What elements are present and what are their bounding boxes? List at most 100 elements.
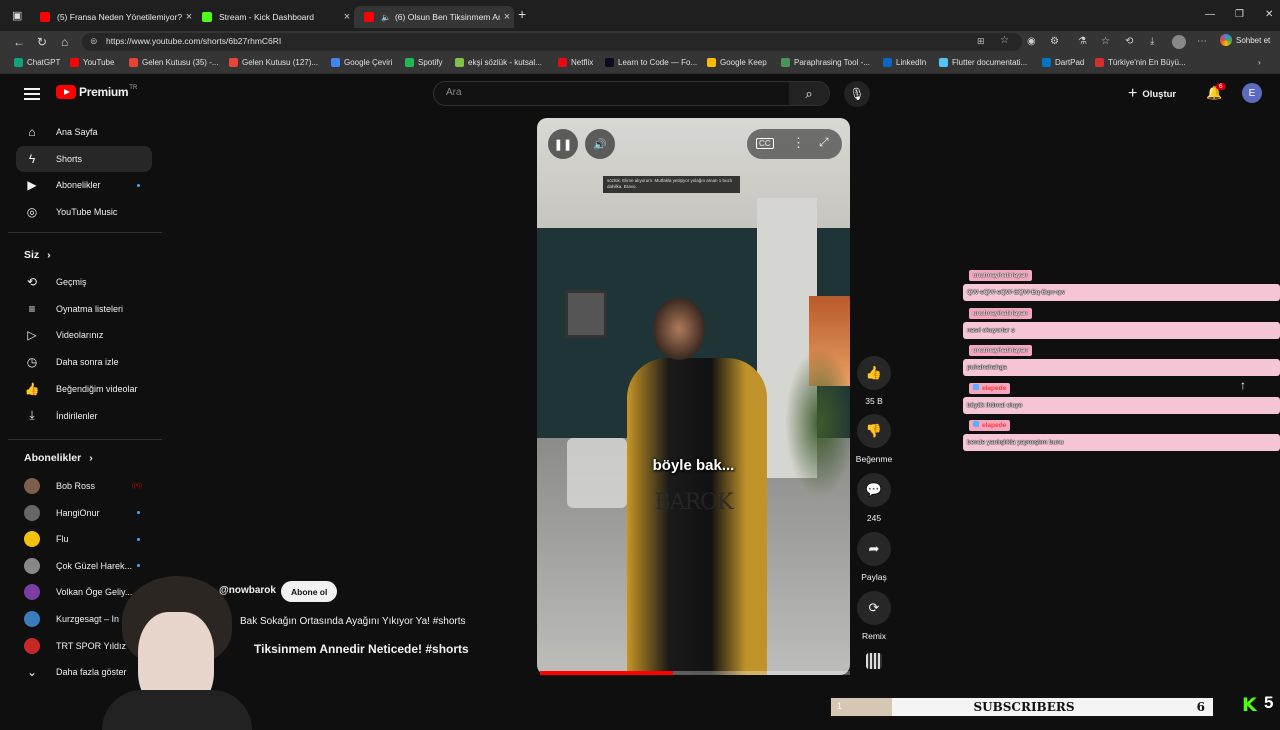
chat-message: puhahahahga bbox=[963, 359, 1280, 376]
minimize-icon[interactable]: — bbox=[1205, 9, 1215, 20]
remix-label: Remix bbox=[861, 631, 887, 641]
bookmark-item[interactable]: YouTube bbox=[70, 58, 114, 67]
favorite-star-icon[interactable]: ☆ bbox=[1000, 35, 1009, 46]
menu-icon[interactable] bbox=[24, 85, 40, 103]
history-icon[interactable]: ⟲ bbox=[1125, 36, 1133, 47]
sidebar-item[interactable]: ≡ Oynatma listeleri bbox=[16, 296, 152, 322]
bookmark-item[interactable]: Google Çeviri bbox=[331, 58, 392, 67]
chat-username-text: unutmayihatirlayan bbox=[973, 309, 1028, 317]
maximize-icon[interactable]: ❐ bbox=[1235, 9, 1244, 20]
chat-username: unutmayihatirlayan bbox=[969, 270, 1032, 281]
browser-tab[interactable]: Stream - Kick Dashboard × bbox=[192, 6, 354, 28]
bookmark-item[interactable]: Gelen Kutusu (127)... bbox=[229, 58, 318, 67]
app-available-icon[interactable]: ⊞ bbox=[977, 36, 985, 47]
pause-icon: ❚❚ bbox=[553, 138, 573, 151]
bookmark-item[interactable]: ChatGPT bbox=[14, 58, 60, 67]
captions-icon[interactable]: CC bbox=[756, 138, 774, 149]
url-field[interactable]: ⊜ https://www.youtube.com/shorts/6b27rhm… bbox=[82, 33, 1022, 51]
subscription-item[interactable]: HangiOnur bbox=[16, 500, 152, 526]
comments-button[interactable]: 💬 245 bbox=[852, 473, 896, 523]
more-bookmarks-icon[interactable]: › bbox=[1258, 58, 1261, 67]
new-content-dot bbox=[137, 511, 140, 515]
fullscreen-icon[interactable]: ⤢ bbox=[819, 135, 829, 150]
home-icon[interactable]: ⌂ bbox=[61, 35, 68, 49]
site-info-icon[interactable]: ⊜ bbox=[90, 36, 98, 47]
sidebar-item[interactable]: ▷ Videolarınız bbox=[16, 322, 152, 348]
browser-tab[interactable]: (5) Fransa Neden Yönetilemiyor? × bbox=[30, 6, 196, 28]
video-progress-bar[interactable] bbox=[540, 671, 850, 675]
subscribe-button[interactable]: Abone ol bbox=[281, 581, 338, 602]
bookmark-item[interactable]: Netflix bbox=[558, 58, 593, 67]
bookmark-item[interactable]: LinkedIn bbox=[883, 58, 926, 67]
tab-close-icon[interactable]: × bbox=[500, 11, 514, 23]
bookmark-item[interactable]: Google Keep bbox=[707, 58, 767, 67]
sidebar-item[interactable]: ◎ YouTube Music bbox=[16, 199, 152, 225]
subscription-label: Çok Güzel Harek... bbox=[56, 560, 133, 571]
sidebar-item[interactable]: ◷ Daha sonra izle bbox=[16, 349, 152, 375]
search-button[interactable]: ⌕ bbox=[789, 82, 829, 105]
favorites-icon[interactable]: ☆ bbox=[1101, 36, 1110, 47]
sidebar-item[interactable]: ▶ Abonelikler bbox=[16, 172, 152, 198]
short-title[interactable]: Tiksinmem Annedir Neticede! #shorts bbox=[254, 642, 469, 656]
share-icon: ➦ bbox=[857, 532, 891, 566]
extension-icon[interactable]: ⚗ bbox=[1078, 36, 1087, 47]
channel-avatar bbox=[24, 584, 40, 601]
logo-text: Premium bbox=[79, 85, 129, 99]
like-button[interactable]: 👍 35 B bbox=[852, 356, 896, 406]
comment-count: 245 bbox=[866, 513, 882, 523]
youtube-premium-logo[interactable]: Premium TR bbox=[56, 85, 137, 99]
profile-avatar[interactable] bbox=[1172, 35, 1186, 49]
bookmarks-bar: ChatGPT YouTube Gelen Kutusu (35) -... Gele… bbox=[0, 53, 1280, 74]
subscription-item[interactable]: Flu bbox=[16, 526, 152, 552]
back-icon[interactable]: ← bbox=[13, 35, 25, 49]
bookmark-item[interactable]: Türkiye'nin En Büyü... bbox=[1095, 58, 1186, 67]
shorts-video-player[interactable]: sözlük. Elime alıyorum. Mutfakla yetişiy… bbox=[537, 118, 850, 675]
account-avatar[interactable]: E bbox=[1242, 83, 1262, 103]
subscribers-label: SUBSCRIBERS bbox=[973, 700, 1075, 714]
speaker-icon[interactable]: 🔈 bbox=[381, 13, 391, 22]
volume-button[interactable]: 🔊 bbox=[585, 129, 615, 159]
pause-button[interactable]: ❚❚ bbox=[548, 129, 578, 159]
create-button[interactable]: + Oluştur bbox=[1128, 83, 1176, 105]
more-menu-icon[interactable]: ⋯ bbox=[1197, 36, 1207, 47]
tab-close-icon[interactable]: × bbox=[340, 11, 354, 23]
bookmark-item[interactable]: Learn to Code — Fo... bbox=[605, 58, 697, 67]
sidebar-item[interactable]: 👍 Beğendiğim videolar bbox=[16, 376, 152, 402]
tab-actions-icon[interactable]: ▣ bbox=[12, 9, 22, 22]
scroll-up-arrow-icon[interactable]: ↑ bbox=[1240, 378, 1246, 392]
search-box[interactable]: ⌕ bbox=[433, 81, 830, 106]
new-tab-icon[interactable]: + bbox=[518, 6, 526, 22]
more-options-icon[interactable]: ⋮ bbox=[792, 135, 805, 151]
search-input[interactable] bbox=[446, 87, 786, 98]
bookmark-item[interactable]: Flutter documentati... bbox=[939, 58, 1027, 67]
bookmark-label: Learn to Code — Fo... bbox=[618, 58, 698, 67]
downloads-icon[interactable]: ⤓ bbox=[1150, 36, 1154, 47]
share-button[interactable]: ➦ Paylaş bbox=[852, 532, 896, 582]
bookmark-item[interactable]: ekşi sözlük - kutsal... bbox=[455, 58, 542, 67]
url-text[interactable]: https://www.youtube.com/shorts/6b27rhmC6… bbox=[106, 36, 281, 46]
bookmark-item[interactable]: Gelen Kutusu (35) -... bbox=[129, 58, 218, 67]
sidebar-item[interactable]: ⟲ Geçmiş bbox=[16, 269, 152, 295]
copilot-icon bbox=[1220, 34, 1232, 46]
bookmark-item[interactable]: Spotify bbox=[405, 58, 442, 67]
sound-thumbnail-icon[interactable] bbox=[866, 653, 882, 669]
extension-icon[interactable]: ⚙ bbox=[1050, 36, 1059, 47]
copilot-chat-button[interactable]: Sohbet et bbox=[1220, 34, 1270, 46]
remix-button[interactable]: ⟳ Remix bbox=[852, 591, 896, 641]
sidebar-item-label: Videolarınız bbox=[56, 330, 104, 341]
bookmark-item[interactable]: Paraphrasing Tool -... bbox=[781, 58, 870, 67]
reload-icon[interactable]: ↻ bbox=[37, 35, 47, 49]
close-window-icon[interactable]: ✕ bbox=[1265, 9, 1273, 20]
voice-search-button[interactable]: 🎙 bbox=[844, 81, 870, 107]
sidebar-item[interactable]: ⌂ Ana Sayfa bbox=[16, 119, 152, 145]
sidebar-section-subscriptions[interactable]: Abonelikler › bbox=[24, 452, 93, 464]
subscription-item[interactable]: Bob Ross ((•)) bbox=[16, 473, 152, 499]
sidebar-item[interactable]: ϟ Shorts bbox=[16, 145, 152, 172]
sidebar-item[interactable]: ⤓ İndirilenler bbox=[16, 403, 152, 429]
search-icon: ⌕ bbox=[805, 85, 813, 101]
bookmark-item[interactable]: DartPad bbox=[1042, 58, 1084, 67]
sidebar-section-you[interactable]: Siz › bbox=[24, 249, 51, 261]
extension-icon[interactable]: ◉ bbox=[1027, 36, 1036, 47]
dislike-button[interactable]: 👎 Beğenme bbox=[852, 414, 896, 464]
browser-tab-active[interactable]: 🔈 (6) Olsun Ben Tiksinmem Anı × bbox=[354, 6, 514, 28]
